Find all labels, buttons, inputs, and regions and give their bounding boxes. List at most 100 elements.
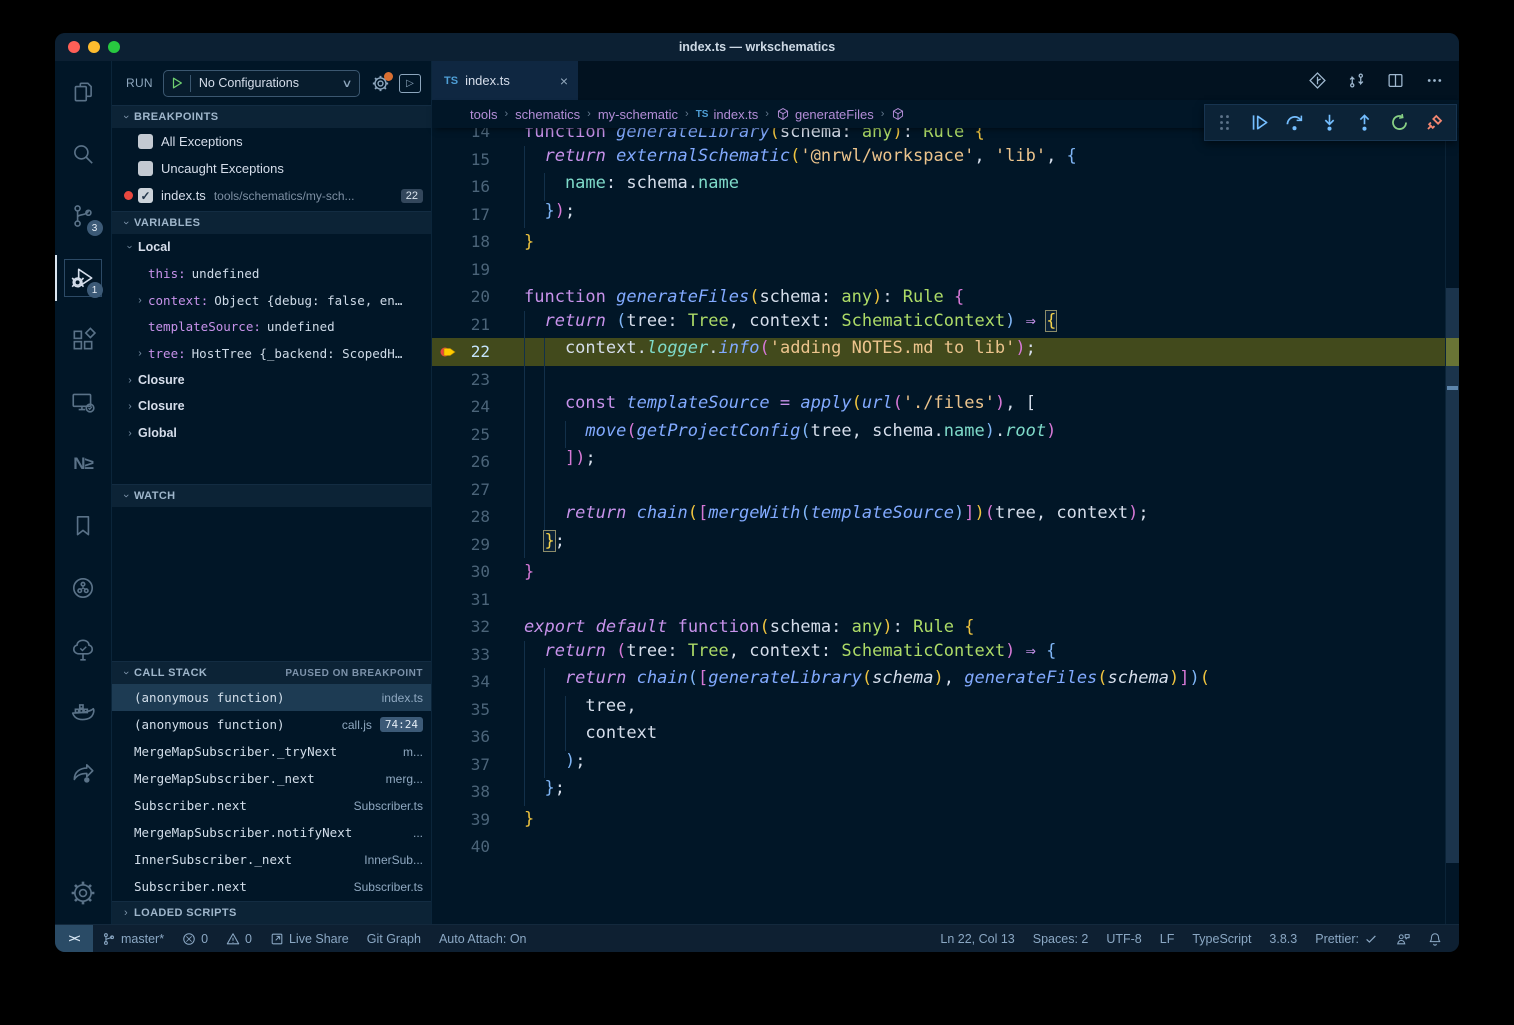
open-changes-icon[interactable] <box>1309 72 1326 89</box>
status-item[interactable]: Prettier: <box>1315 932 1378 946</box>
status-item-warning-triangle[interactable]: 0 <box>226 932 252 946</box>
start-debugging-icon[interactable] <box>170 76 184 90</box>
debug-console-icon[interactable]: ▷ <box>399 74 421 93</box>
sidebar-item-git-history[interactable] <box>55 557 112 619</box>
variable-row[interactable]: this:undefined <box>112 261 431 288</box>
call-stack-frame[interactable]: MergeMapSubscriber._nextmerg... <box>112 765 431 792</box>
code-line[interactable]: 20function generateFiles(schema: any): R… <box>432 283 1445 311</box>
code-line[interactable]: 27 <box>432 476 1445 504</box>
variable-scope-row[interactable]: ›Closure <box>112 393 431 420</box>
breakpoint-checkbox[interactable]: ✓ <box>138 188 153 203</box>
call-stack-frame[interactable]: MergeMapSubscriber.notifyNext... <box>112 819 431 846</box>
synchronize-changes-icon[interactable] <box>1348 72 1365 89</box>
status-item[interactable]: Auto Attach: On <box>439 932 527 946</box>
breadcrumb-item[interactable]: tools <box>470 107 497 122</box>
code-line[interactable]: 33return (tree: Tree, context: Schematic… <box>432 641 1445 669</box>
sidebar-item-remote-explorer[interactable] <box>55 371 112 433</box>
sidebar-item-explorer[interactable] <box>55 61 112 123</box>
sidebar-item-live-share[interactable] <box>55 743 112 805</box>
code-line[interactable]: 28return chain([mergeWith(templateSource… <box>432 503 1445 531</box>
call-stack-frame[interactable]: (anonymous function)index.ts <box>112 684 431 711</box>
restart-button[interactable] <box>1390 113 1409 132</box>
tab-index-ts[interactable]: TS index.ts × <box>432 61 578 100</box>
breadcrumb-item[interactable] <box>891 107 910 121</box>
breakpoint-checkbox[interactable] <box>138 134 153 149</box>
step-into-button[interactable] <box>1320 113 1339 132</box>
call-stack-frame[interactable]: Subscriber.nextSubscriber.ts <box>112 873 431 900</box>
code-line[interactable]: 35tree, <box>432 696 1445 724</box>
breakpoint-row[interactable]: ✓index.tstools/schematics/my-sch...22 <box>112 182 431 209</box>
status-item[interactable]: UTF-8 <box>1106 932 1141 946</box>
sidebar-item-test-explorer[interactable] <box>55 619 112 681</box>
status-item[interactable]: LF <box>1160 932 1175 946</box>
sidebar-item-source-control[interactable]: 3 <box>55 185 112 247</box>
remote-indicator[interactable]: >< <box>55 925 93 953</box>
editor-scrollbar[interactable] <box>1445 128 1459 924</box>
status-item-git-branch[interactable]: master* <box>102 932 164 946</box>
code-line[interactable]: 29}; <box>432 531 1445 559</box>
sidebar-item-nx-console[interactable]: N≥ <box>55 433 112 495</box>
code-line[interactable]: 40 <box>432 833 1445 861</box>
code-line[interactable]: 25move(getProjectConfig(tree, schema.nam… <box>432 421 1445 449</box>
breadcrumb-item[interactable]: my-schematic <box>598 107 678 122</box>
variable-scope-row[interactable]: ›Global <box>112 420 431 447</box>
code-line[interactable]: 23 <box>432 366 1445 394</box>
code-line[interactable]: 32export default function(schema: any): … <box>432 613 1445 641</box>
launch-configuration-dropdown[interactable]: No Configurations ∨ <box>163 70 360 97</box>
scrollbar-thumb[interactable] <box>1446 288 1459 863</box>
breakpoint-row[interactable]: Uncaught Exceptions <box>112 155 431 182</box>
loaded-scripts-header[interactable]: › LOADED SCRIPTS <box>112 901 431 924</box>
continue-button[interactable] <box>1250 113 1269 132</box>
code-line[interactable]: 36context <box>432 723 1445 751</box>
more-actions-icon[interactable] <box>1426 72 1443 89</box>
variable-row[interactable]: ›tree:HostTree {_backend: ScopedH… <box>112 340 431 367</box>
breakpoint-checkbox[interactable] <box>138 161 153 176</box>
status-item-feedback[interactable] <box>1396 932 1410 946</box>
variable-row[interactable]: templateSource:undefined <box>112 314 431 341</box>
status-item[interactable]: Spaces: 2 <box>1033 932 1089 946</box>
code-line[interactable]: 34return chain([generateLibrary(schema),… <box>432 668 1445 696</box>
code-line[interactable]: 38}; <box>432 778 1445 806</box>
code-line[interactable]: 16name: schema.name <box>432 173 1445 201</box>
close-tab-icon[interactable]: × <box>560 73 568 89</box>
breakpoints-header[interactable]: › BREAKPOINTS <box>112 105 431 128</box>
configure-gear-icon[interactable] <box>372 75 389 92</box>
variable-row[interactable]: ›context:Object {debug: false, en… <box>112 287 431 314</box>
code-line[interactable]: 37); <box>432 751 1445 779</box>
sidebar-item-run-and-debug[interactable]: 1 <box>55 247 112 309</box>
call-stack-frame[interactable]: MergeMapSubscriber._tryNextm... <box>112 738 431 765</box>
code-line[interactable]: 18} <box>432 228 1445 256</box>
code-line[interactable]: 24const templateSource = apply(url('./fi… <box>432 393 1445 421</box>
code-line[interactable]: 26]); <box>432 448 1445 476</box>
status-item[interactable]: Git Graph <box>367 932 421 946</box>
sidebar-item-docker[interactable] <box>55 681 112 743</box>
breadcrumb-item[interactable]: TSindex.ts <box>696 107 759 122</box>
split-editor-icon[interactable] <box>1387 72 1404 89</box>
sidebar-item-search[interactable] <box>55 123 112 185</box>
call-stack-header[interactable]: › CALL STACK PAUSED ON BREAKPOINT <box>112 661 431 684</box>
manage-button[interactable] <box>55 862 112 924</box>
call-stack-frame[interactable]: Subscriber.nextSubscriber.ts <box>112 792 431 819</box>
code-editor[interactable]: 14function generateLibrary(schema: any):… <box>432 128 1459 924</box>
code-line[interactable]: 31 <box>432 586 1445 614</box>
variables-header[interactable]: › VARIABLES <box>112 211 431 234</box>
breadcrumb-item[interactable]: generateFiles <box>776 107 874 122</box>
code-line[interactable]: 39} <box>432 806 1445 834</box>
breakpoint-row[interactable]: All Exceptions <box>112 128 431 155</box>
code-line[interactable]: 15return externalSchematic('@nrwl/worksp… <box>432 146 1445 174</box>
variable-scope-row[interactable]: ›Closure <box>112 367 431 394</box>
call-stack-frame[interactable]: InnerSubscriber._nextInnerSub... <box>112 846 431 873</box>
code-line[interactable]: 19 <box>432 256 1445 284</box>
code-line[interactable]: 22context.logger.info('adding NOTES.md t… <box>432 338 1445 366</box>
status-item[interactable]: 3.8.3 <box>1269 932 1297 946</box>
step-out-button[interactable] <box>1355 113 1374 132</box>
toolbar-drag-grip[interactable] <box>1215 113 1234 132</box>
code-line[interactable]: 21return (tree: Tree, context: Schematic… <box>432 311 1445 339</box>
disconnect-button[interactable] <box>1425 113 1444 132</box>
call-stack-frame[interactable]: (anonymous function)call.js74:24 <box>112 711 431 738</box>
step-over-button[interactable] <box>1285 113 1304 132</box>
status-item-bell[interactable] <box>1428 932 1442 946</box>
code-line[interactable]: 17}); <box>432 201 1445 229</box>
status-item[interactable]: Ln 22, Col 13 <box>940 932 1014 946</box>
status-item-live-share[interactable]: Live Share <box>270 932 349 946</box>
